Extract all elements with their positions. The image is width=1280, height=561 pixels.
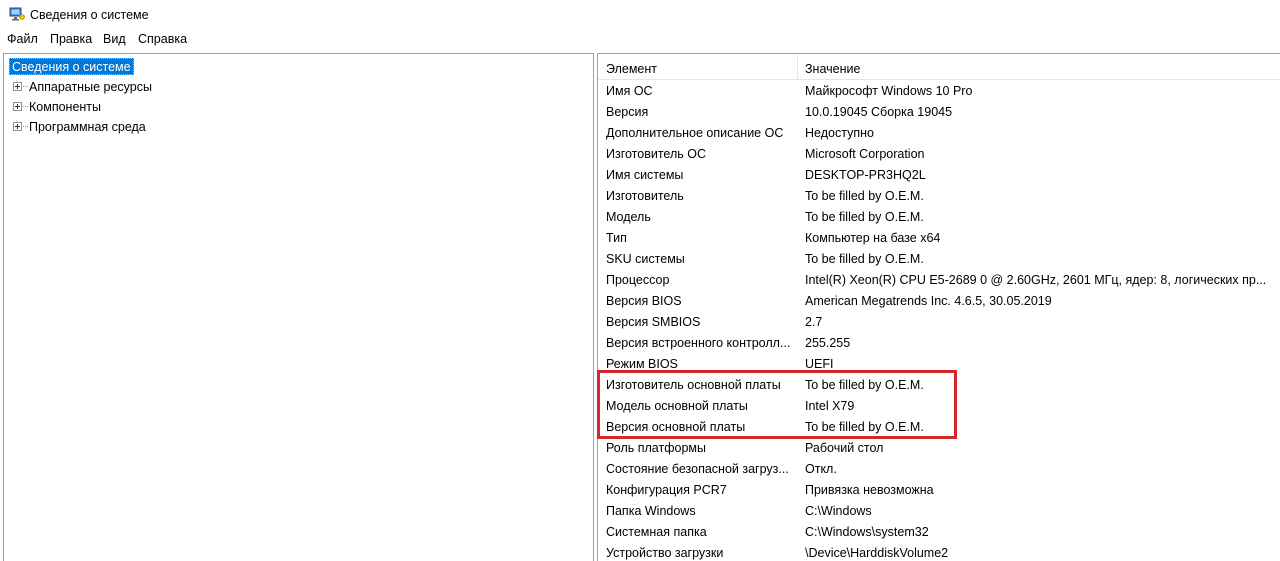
table-row[interactable]: Процессор Intel(R) Xeon(R) CPU E5-2689 0 …: [598, 270, 1280, 291]
cell-item: SKU системы: [606, 252, 685, 266]
cell-value: DESKTOP-PR3HQ2L: [805, 168, 926, 182]
table-row[interactable]: Роль платформы Рабочий стол: [598, 438, 1280, 459]
table-row[interactable]: Устройство загрузки \Device\HarddiskVolum…: [598, 543, 1280, 561]
cell-value: Intel(R) Xeon(R) CPU E5-2689 0 @ 2.60GHz…: [805, 273, 1267, 287]
tree-item-label: Аппаратные ресурсы: [29, 80, 152, 94]
expand-icon[interactable]: [13, 122, 22, 131]
cell-value: Майкрософт Windows 10 Pro: [805, 84, 973, 98]
cell-value: 2.7: [805, 315, 823, 329]
table-row[interactable]: Имя системы DESKTOP-PR3HQ2L: [598, 165, 1280, 186]
cell-item: Дополнительное описание ОС: [606, 126, 784, 140]
cell-value: Компьютер на базе x64: [805, 231, 941, 245]
cell-item: Версия встроенного контролл...: [606, 336, 791, 350]
menu-edit[interactable]: Правка: [50, 32, 92, 46]
cell-item: Изготовитель: [606, 189, 684, 203]
expand-icon[interactable]: [13, 102, 22, 111]
cell-item: Режим BIOS: [606, 357, 678, 371]
table-row[interactable]: Версия основной платы To be filled by O.E…: [598, 417, 1280, 438]
cell-item: Состояние безопасной загруз...: [606, 462, 789, 476]
table-row[interactable]: Конфигурация PCR7 Привязка невозможна: [598, 480, 1280, 501]
cell-value: Привязка невозможна: [805, 483, 934, 497]
menu-view[interactable]: Вид: [103, 32, 126, 46]
cell-value: Intel X79: [805, 399, 855, 413]
table-row[interactable]: Изготовитель ОС Microsoft Corporation: [598, 144, 1280, 165]
table-row[interactable]: Папка Windows C:\Windows: [598, 501, 1280, 522]
cell-item: Системная папка: [606, 525, 707, 539]
cell-item: Версия основной платы: [606, 420, 746, 434]
cell-item: Конфигурация PCR7: [606, 483, 727, 497]
expand-icon[interactable]: [13, 82, 22, 91]
cell-value: C:\Windows: [805, 504, 872, 518]
menu-help[interactable]: Справка: [138, 32, 187, 46]
window-title: Сведения о системе: [30, 8, 149, 22]
table-row[interactable]: Версия BIOS American Megatrends Inc. 4.6.…: [598, 291, 1280, 312]
table-row[interactable]: Изготовитель основной платы To be filled …: [598, 375, 1280, 396]
table-row[interactable]: Режим BIOS UEFI: [598, 354, 1280, 375]
details-list[interactable]: Элемент Значение Имя ОС Майкрософт Window…: [597, 53, 1280, 561]
cell-value: 255.255: [805, 336, 851, 350]
tree-item-software-environment[interactable]: Программная среда: [4, 117, 304, 137]
table-row[interactable]: Версия 10.0.19045 Сборка 19045: [598, 102, 1280, 123]
tree-item-components[interactable]: Компоненты: [4, 97, 304, 117]
cell-value: UEFI: [805, 357, 834, 371]
cell-item: Версия: [606, 105, 649, 119]
cell-item: Имя системы: [606, 168, 684, 182]
cell-item: Версия SMBIOS: [606, 315, 701, 329]
cell-item: Модель: [606, 210, 651, 224]
cell-value: To be filled by O.E.M.: [805, 252, 924, 266]
tree-item-label: Программная среда: [29, 120, 146, 134]
cell-value: To be filled by O.E.M.: [805, 378, 924, 392]
cell-item: Имя ОС: [606, 84, 653, 98]
cell-value: Microsoft Corporation: [805, 147, 925, 161]
cell-value: Откл.: [805, 462, 837, 476]
title-bar: Сведения о системе: [0, 0, 1280, 30]
cell-item: Папка Windows: [606, 504, 696, 518]
table-row[interactable]: Имя ОС Майкрософт Windows 10 Pro: [598, 81, 1280, 102]
menu-file[interactable]: Файл: [7, 32, 38, 46]
table-row[interactable]: Изготовитель To be filled by O.E.M.: [598, 186, 1280, 207]
column-divider[interactable]: [797, 54, 798, 80]
cell-item: Тип: [606, 231, 627, 245]
table-row[interactable]: Модель основной платы Intel X79: [598, 396, 1280, 417]
tree-item-system-summary[interactable]: Сведения о системе: [9, 58, 134, 75]
cell-item: Модель основной платы: [606, 399, 748, 413]
cell-value: American Megatrends Inc. 4.6.5, 30.05.20…: [805, 294, 1052, 308]
table-row[interactable]: Дополнительное описание ОС Недоступно: [598, 123, 1280, 144]
cell-value: C:\Windows\system32: [805, 525, 929, 539]
table-row[interactable]: Версия встроенного контролл... 255.255: [598, 333, 1280, 354]
column-header-value[interactable]: Значение: [805, 62, 860, 76]
column-header-item[interactable]: Элемент: [606, 62, 657, 76]
table-row[interactable]: SKU системы To be filled by O.E.M.: [598, 249, 1280, 270]
cell-item: Роль платформы: [606, 441, 706, 455]
cell-value: Недоступно: [805, 126, 874, 140]
category-tree[interactable]: Сведения о системе Аппаратные ресурсы Ко…: [3, 53, 594, 561]
tree-item-hardware-resources[interactable]: Аппаратные ресурсы: [4, 77, 304, 97]
cell-item: Изготовитель ОС: [606, 147, 706, 161]
table-row[interactable]: Версия SMBIOS 2.7: [598, 312, 1280, 333]
cell-item: Процессор: [606, 273, 670, 287]
cell-value: Рабочий стол: [805, 441, 884, 455]
menu-bar: Файл Правка Вид Справка: [0, 30, 1280, 50]
cell-value: To be filled by O.E.M.: [805, 420, 924, 434]
list-header: Элемент Значение: [598, 54, 1280, 80]
cell-item: Версия BIOS: [606, 294, 682, 308]
cell-value: 10.0.19045 Сборка 19045: [805, 105, 953, 119]
system-info-icon: [9, 7, 25, 21]
cell-value: To be filled by O.E.M.: [805, 189, 924, 203]
cell-value: \Device\HarddiskVolume2: [805, 546, 949, 560]
cell-item: Устройство загрузки: [606, 546, 724, 560]
cell-value: To be filled by O.E.M.: [805, 210, 924, 224]
table-row[interactable]: Состояние безопасной загруз... Откл.: [598, 459, 1280, 480]
table-row[interactable]: Модель To be filled by O.E.M.: [598, 207, 1280, 228]
table-row[interactable]: Тип Компьютер на базе x64: [598, 228, 1280, 249]
cell-item: Изготовитель основной платы: [606, 378, 781, 392]
table-row[interactable]: Системная папка C:\Windows\system32: [598, 522, 1280, 543]
tree-item-label: Компоненты: [29, 100, 102, 114]
